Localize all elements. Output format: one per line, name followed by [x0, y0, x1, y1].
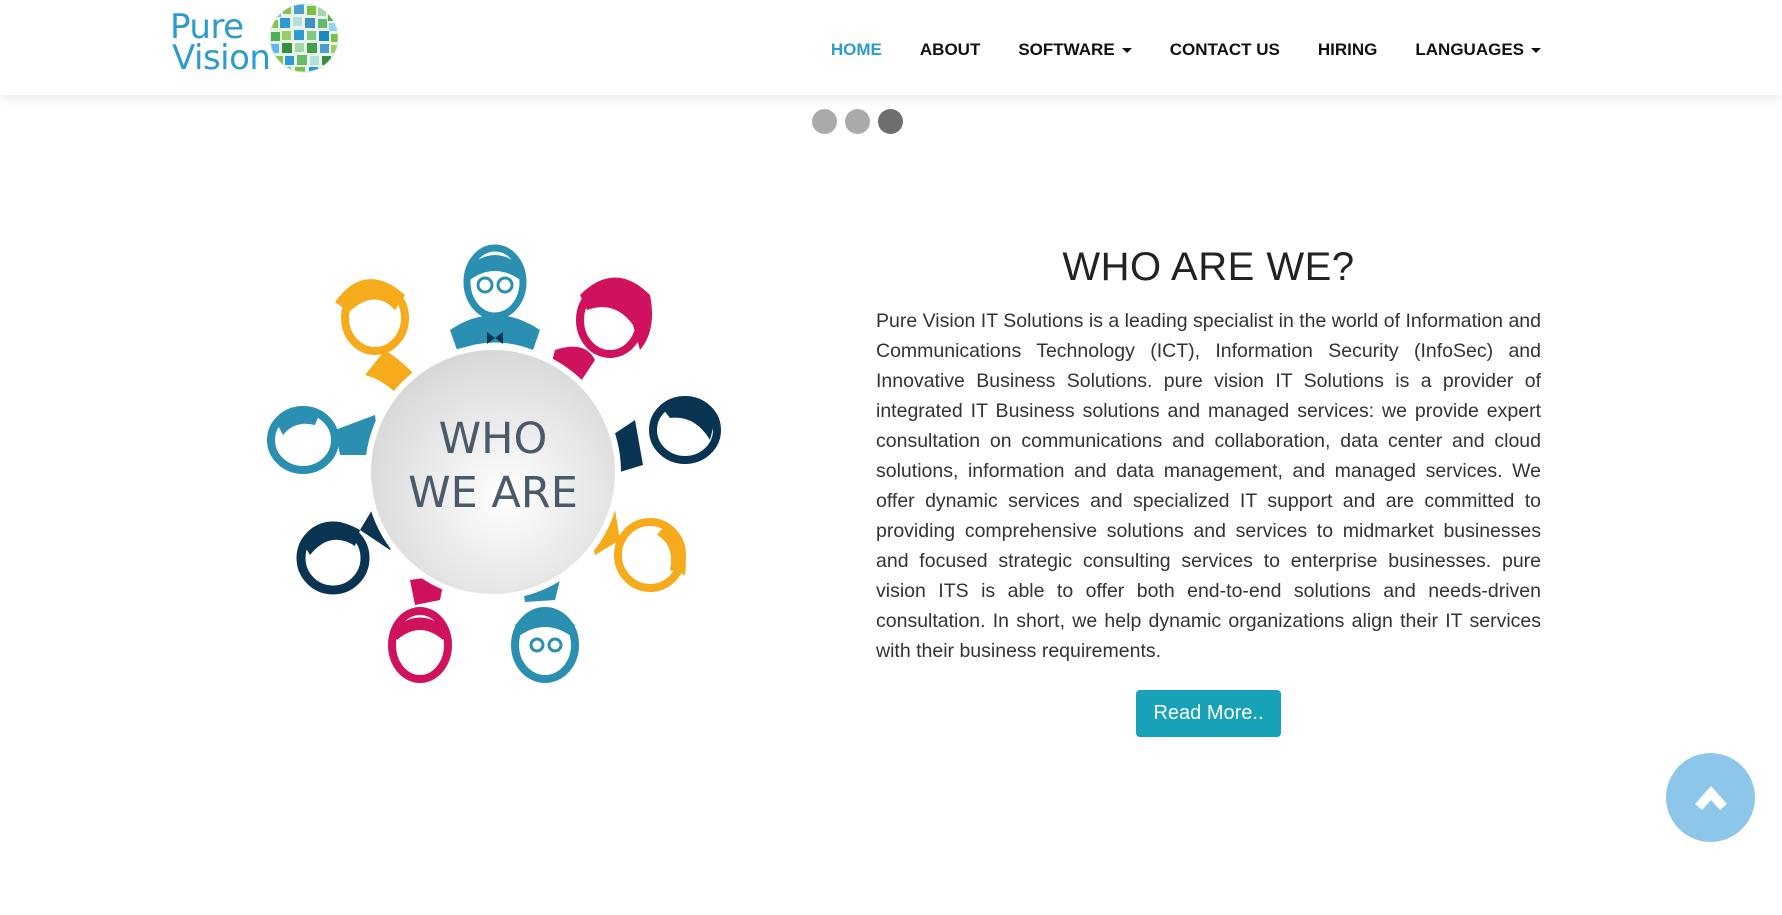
nav-home-label: HOME	[830, 40, 882, 59]
logo-line-2: Vision	[172, 38, 271, 78]
nav-hiring-label: HIRING	[1317, 40, 1378, 59]
nav-item-hiring[interactable]: HIRING	[1318, 40, 1378, 60]
button-wrapper: Read More..	[876, 690, 1541, 737]
about-section: WHO ARE WE? Pure Vision IT Solutions is …	[876, 245, 1541, 737]
logo[interactable]: Pure Vision	[170, 2, 340, 80]
globe-icon	[269, 3, 339, 73]
carousel-dot-2[interactable]	[845, 109, 870, 134]
illustration-line-1: WHO	[439, 414, 548, 464]
who-we-are-illustration: WHO WE ARE	[267, 244, 721, 683]
site-header: Pure Vision HOME ABOUT SOFTWARE CONTACT …	[0, 0, 1782, 95]
carousel-dot-3[interactable]	[878, 109, 903, 134]
about-paragraph: Pure Vision IT Solutions is a leading sp…	[876, 310, 1541, 662]
nav-languages-label: LANGUAGES	[1415, 40, 1524, 59]
read-more-button[interactable]: Read More..	[1136, 690, 1281, 737]
main-nav: HOME ABOUT SOFTWARE CONTACT US HIRING LA…	[831, 40, 1541, 60]
logo-wordmark: Pure Vision	[170, 10, 271, 78]
caret-down-icon	[1121, 47, 1132, 53]
carousel-indicators	[812, 109, 911, 134]
nav-item-contact-us[interactable]: CONTACT US	[1170, 40, 1280, 60]
caret-down-icon	[1531, 47, 1541, 53]
section-heading: WHO ARE WE?	[1062, 245, 1355, 289]
nav-contact-label: CONTACT US	[1169, 40, 1280, 59]
nav-item-software[interactable]: SOFTWARE	[1018, 40, 1132, 60]
scroll-to-top-button[interactable]	[1666, 753, 1755, 842]
illustration-line-2: WE ARE	[408, 468, 578, 518]
nav-item-home[interactable]: HOME	[831, 40, 882, 60]
nav-item-about[interactable]: ABOUT	[920, 40, 980, 60]
nav-software-label: SOFTWARE	[1018, 40, 1115, 59]
nav-item-languages[interactable]: LANGUAGES	[1415, 40, 1541, 60]
carousel-dot-1[interactable]	[812, 109, 837, 134]
page: Pure Vision HOME ABOUT SOFTWARE CONTACT …	[0, 0, 1782, 915]
nav-about-label: ABOUT	[919, 40, 981, 59]
chevron-up-icon	[1694, 785, 1727, 810]
